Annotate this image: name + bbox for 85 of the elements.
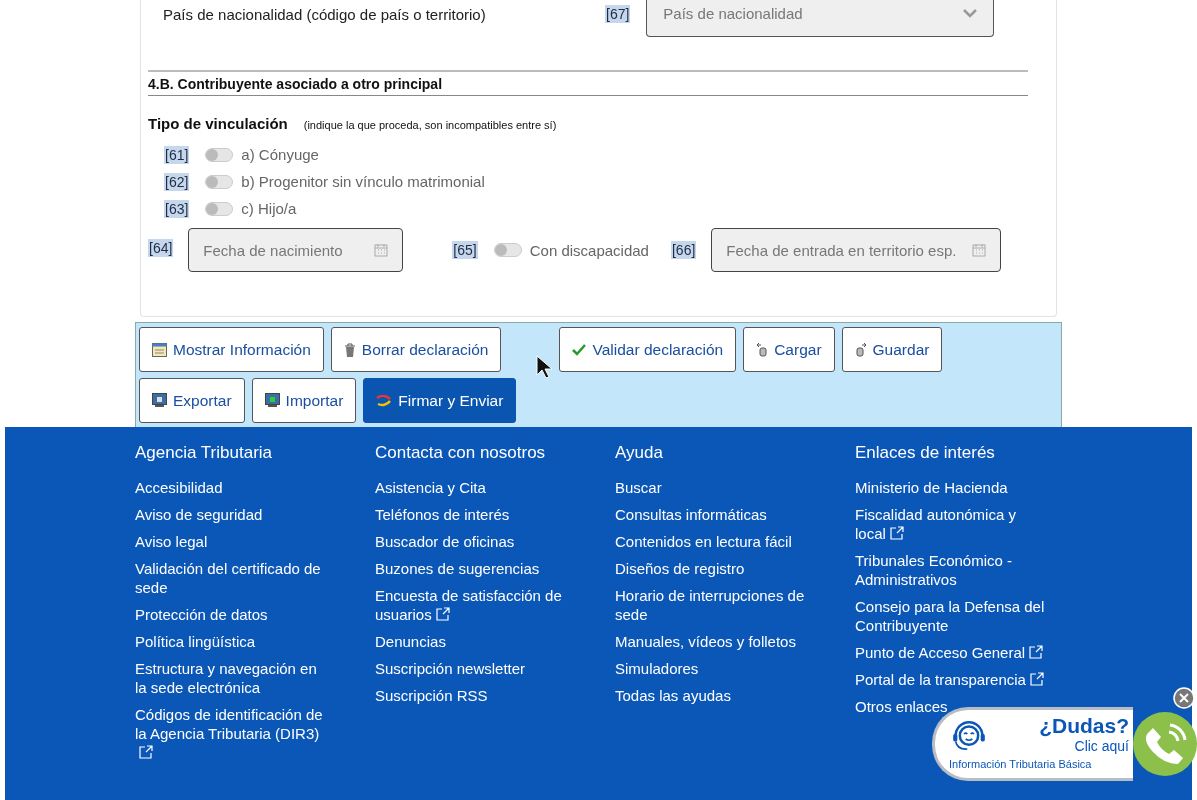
window-icon bbox=[152, 342, 167, 357]
footer-link[interactable]: Buzones de sugerencias bbox=[375, 559, 540, 578]
footer-link[interactable]: Contenidos en lectura fácil bbox=[615, 532, 792, 551]
footer-link[interactable]: Todas las ayudas bbox=[615, 686, 731, 705]
footer-heading: Contacta con nosotros bbox=[375, 443, 547, 463]
footer-link[interactable]: Suscripción RSS bbox=[375, 686, 488, 705]
check-icon bbox=[572, 343, 587, 356]
cylinder-arrow-icon bbox=[756, 342, 769, 357]
swoosh-icon bbox=[376, 394, 393, 407]
footer-link[interactable]: Consejo para la Defensa del Contribuyente bbox=[855, 597, 1047, 635]
option-label: Con discapacidad bbox=[529, 241, 649, 259]
field-code: [66] bbox=[670, 241, 697, 259]
footer-link[interactable]: Protección de datos bbox=[135, 605, 268, 624]
toggle-switch[interactable] bbox=[493, 243, 522, 257]
option-label: b) Progenitor sin vínculo matrimonial bbox=[241, 173, 485, 190]
footer-link[interactable]: Estructura y navegación en la sede electrónica bbox=[135, 659, 327, 697]
external-link-icon bbox=[435, 607, 450, 621]
footer-link[interactable]: Teléfonos de interés bbox=[375, 505, 510, 524]
footer-link[interactable]: Simuladores bbox=[615, 659, 699, 678]
close-icon[interactable] bbox=[1173, 687, 1195, 709]
footer-link[interactable]: Ministerio de Hacienda bbox=[855, 478, 1008, 497]
help-caption: Información Tributaria Básica bbox=[949, 758, 1092, 770]
field-code: [64] bbox=[148, 239, 174, 257]
field-code: [61] bbox=[164, 145, 190, 164]
nationality-select[interactable]: País de nacionalidad bbox=[646, 0, 995, 37]
footer-link[interactable]: Aviso legal bbox=[135, 532, 208, 551]
action-button[interactable]: Guardar bbox=[841, 327, 943, 372]
toggle-switch[interactable] bbox=[205, 147, 234, 162]
footer-link[interactable]: Consultas informáticas bbox=[615, 505, 767, 524]
footer-link[interactable]: Punto de Acceso General bbox=[855, 643, 1044, 662]
group-label: Tipo de vinculación bbox=[148, 115, 288, 132]
chevron-down-icon bbox=[963, 9, 978, 18]
footer-link[interactable]: Política lingüística bbox=[135, 632, 256, 651]
cylinder-arrow-icon bbox=[854, 342, 867, 357]
option-label: a) Cónyuge bbox=[241, 146, 319, 163]
footer-link[interactable]: Fiscalidad autonómica y local bbox=[855, 505, 1047, 543]
option-label: c) Hijo/a bbox=[241, 200, 297, 217]
calendar-icon bbox=[972, 243, 987, 257]
date-field[interactable]: Fecha de entrada en territorio esp. bbox=[711, 228, 1002, 272]
footer-link[interactable]: Códigos de identificación de la Agencia Tributaria (DIR3) bbox=[135, 705, 327, 762]
action-button[interactable]: Exportar bbox=[139, 378, 245, 423]
action-button[interactable]: Cargar bbox=[743, 327, 835, 372]
calendar-icon bbox=[374, 243, 389, 257]
field-code: [62] bbox=[164, 172, 190, 191]
footer-link[interactable]: Manuales, vídeos y folletos bbox=[615, 632, 796, 651]
external-link-icon bbox=[889, 526, 904, 540]
toggle-switch[interactable] bbox=[205, 201, 234, 216]
help-title: ¿Dudas? bbox=[1039, 713, 1129, 738]
footer-link[interactable]: Portal de la transparencia bbox=[855, 670, 1044, 689]
action-button[interactable]: Firmar y Enviar bbox=[363, 378, 517, 423]
footer-heading: Enlaces de interés bbox=[855, 443, 996, 463]
footer-link[interactable]: Buscar bbox=[615, 478, 662, 497]
footer-link[interactable]: Tribunales Económico - Administrativos bbox=[855, 551, 1047, 589]
footer-heading: Ayuda bbox=[615, 443, 664, 463]
group-hint: (indique la que proceda, son incompatibles entre sí) bbox=[303, 119, 557, 131]
action-button[interactable]: Borrar declaración bbox=[330, 327, 502, 372]
footer-link[interactable]: Buscador de oficinas bbox=[375, 532, 515, 551]
field-code: [67] bbox=[605, 5, 631, 23]
action-button[interactable]: Mostrar Información bbox=[139, 327, 324, 372]
field-code: [63] bbox=[164, 199, 190, 218]
action-button[interactable]: Validar declaración bbox=[559, 327, 737, 372]
action-button[interactable]: Importar bbox=[251, 378, 357, 423]
monitor-icon bbox=[152, 393, 167, 408]
external-link-icon bbox=[1029, 672, 1044, 686]
field-code: [65] bbox=[452, 241, 478, 259]
mouse-pointer-icon bbox=[536, 355, 552, 379]
footer-link[interactable]: Suscripción newsletter bbox=[375, 659, 526, 678]
trash-icon bbox=[343, 342, 356, 357]
footer-heading: Agencia Tributaria bbox=[135, 443, 274, 463]
footer-link[interactable]: Aviso de seguridad bbox=[135, 505, 263, 524]
footer-link[interactable]: Validación del certificado de sede bbox=[135, 559, 327, 597]
external-link-icon bbox=[139, 745, 153, 759]
toggle-switch[interactable] bbox=[205, 174, 234, 189]
footer-link[interactable]: Horario de interrupciones de sede bbox=[615, 586, 807, 624]
footer-link[interactable]: Diseños de registro bbox=[615, 559, 745, 578]
date-field[interactable]: Fecha de nacimiento bbox=[188, 228, 404, 272]
external-link-icon bbox=[1029, 645, 1044, 659]
monitor-icon bbox=[264, 393, 280, 408]
footer-link[interactable]: Accesibilidad bbox=[135, 478, 223, 497]
footer-link[interactable]: Encuesta de satisfacción de usuarios bbox=[375, 586, 567, 624]
footer-link[interactable]: Asistencia y Cita bbox=[375, 478, 486, 497]
section-heading: 4.B. Contribuyente asociado a otro principal bbox=[148, 70, 1028, 96]
help-action: Clic aquí bbox=[1074, 737, 1129, 755]
field-label: País de nacionalidad (código de país o territorio) bbox=[163, 5, 487, 23]
footer-link[interactable]: Denuncias bbox=[375, 632, 446, 651]
